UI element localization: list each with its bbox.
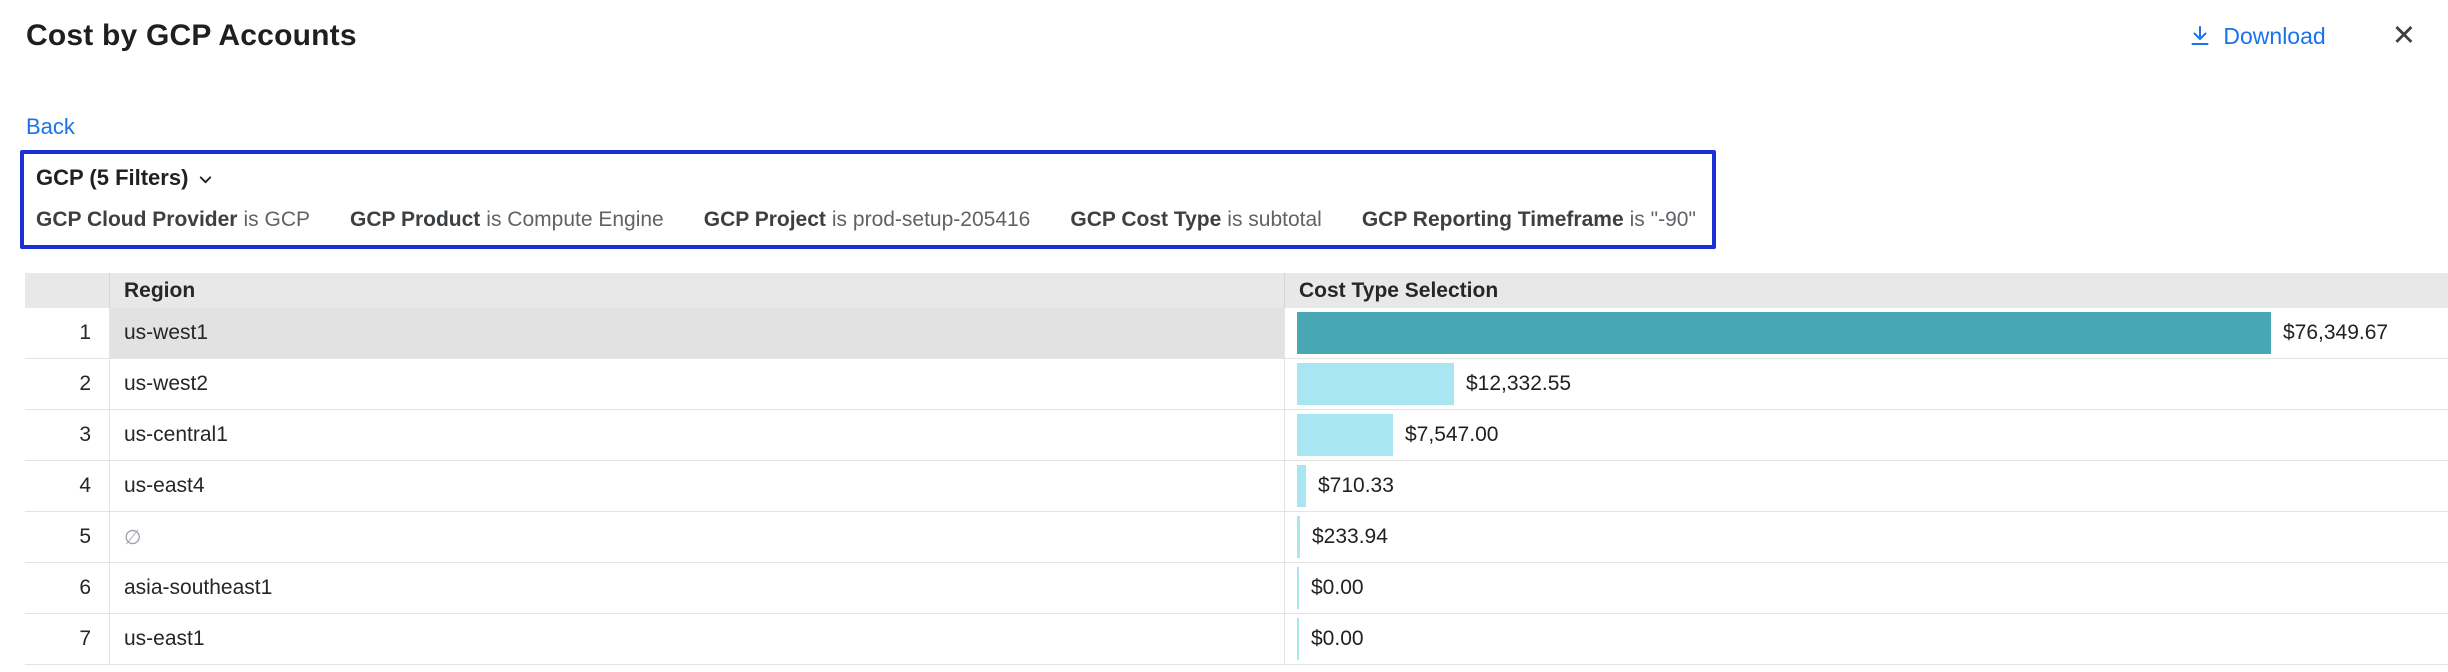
- page-title: Cost by GCP Accounts: [26, 19, 357, 53]
- cost-cell[interactable]: $12,332.55: [1285, 359, 2448, 409]
- row-index: 5: [79, 525, 91, 549]
- region-cell-label: us-east4: [124, 474, 205, 498]
- cost-bar[interactable]: [1297, 516, 1300, 558]
- region-cell[interactable]: us-west1: [110, 308, 1285, 358]
- filter-expression: GCP Product is Compute Engine: [350, 208, 664, 232]
- cost-bar[interactable]: [1297, 414, 1393, 456]
- cost-value-label: $710.33: [1318, 474, 1394, 498]
- filter-expression: GCP Cost Type is subtotal: [1070, 208, 1321, 232]
- filter-expression-list: GCP Cloud Provider is GCP GCP Product is C…: [36, 208, 1696, 232]
- download-button[interactable]: Download: [2188, 23, 2325, 50]
- cost-bar[interactable]: [1297, 363, 1454, 405]
- region-cell-label: us-central1: [124, 423, 228, 447]
- region-cell[interactable]: ∅: [110, 512, 1285, 562]
- row-index-cell: 5: [25, 512, 110, 562]
- filter-field: GCP Cost Type: [1070, 208, 1221, 231]
- row-index: 3: [79, 423, 91, 447]
- row-index: 7: [79, 627, 91, 651]
- region-cell[interactable]: asia-southeast1: [110, 563, 1285, 613]
- row-index-cell: 4: [25, 461, 110, 511]
- row-index-cell: 1: [25, 308, 110, 358]
- filter-condition: is GCP: [243, 208, 310, 231]
- region-cell-label: us-east1: [124, 627, 205, 651]
- table-row: 5 ∅ $233.94: [25, 512, 2448, 563]
- filter-field: GCP Project: [704, 208, 826, 231]
- filter-condition: is subtotal: [1227, 208, 1322, 231]
- cost-cell[interactable]: $0.00: [1285, 563, 2448, 613]
- region-cell-label: us-west1: [124, 321, 208, 345]
- row-index: 2: [79, 372, 91, 396]
- row-number-column-header: [25, 273, 110, 308]
- filter-condition: is prod-setup-205416: [832, 208, 1030, 231]
- cost-value-label: $0.00: [1311, 627, 1364, 651]
- cost-cell[interactable]: $233.94: [1285, 512, 2448, 562]
- row-index: 1: [79, 321, 91, 345]
- close-icon[interactable]: ✕: [2392, 22, 2416, 51]
- table-row: 2 us-west2 $12,332.55: [25, 359, 2448, 410]
- region-cell[interactable]: us-west2: [110, 359, 1285, 409]
- filter-expression: GCP Cloud Provider is GCP: [36, 208, 310, 232]
- filter-panel: GCP (5 Filters) GCP Cloud Provider is GCP…: [20, 150, 1716, 249]
- cost-value-label: $7,547.00: [1405, 423, 1498, 447]
- region-cell-label: ∅: [124, 525, 141, 550]
- cost-cell[interactable]: $710.33: [1285, 461, 2448, 511]
- cost-bar[interactable]: [1297, 618, 1299, 660]
- region-cell-label: asia-southeast1: [124, 576, 272, 600]
- cost-table: Region Cost Type Selection 1 us-west1 $7…: [25, 273, 2448, 665]
- cost-bar[interactable]: [1297, 312, 2271, 354]
- filter-field: GCP Cloud Provider: [36, 208, 237, 231]
- filter-condition: is "-90": [1630, 208, 1696, 231]
- table-row: 1 us-west1 $76,349.67: [25, 308, 2448, 359]
- modal-header: Cost by GCP Accounts Download ✕: [0, 0, 2448, 54]
- region-cell-label: us-west2: [124, 372, 208, 396]
- filter-summary-label: GCP (5 Filters): [36, 165, 188, 191]
- region-column-header[interactable]: Region: [110, 273, 1285, 308]
- cost-cell[interactable]: $76,349.67: [1285, 308, 2448, 358]
- cost-value-label: $12,332.55: [1466, 372, 1571, 396]
- region-cell[interactable]: us-central1: [110, 410, 1285, 460]
- cost-column-header[interactable]: Cost Type Selection: [1285, 273, 2448, 308]
- cost-bar[interactable]: [1297, 567, 1299, 609]
- back-link[interactable]: Back: [26, 114, 75, 140]
- filter-field: GCP Reporting Timeframe: [1362, 208, 1624, 231]
- cost-value-label: $233.94: [1312, 525, 1388, 549]
- cost-value-label: $76,349.67: [2283, 321, 2388, 345]
- row-index-cell: 2: [25, 359, 110, 409]
- region-cell[interactable]: us-east1: [110, 614, 1285, 664]
- table-body: 1 us-west1 $76,349.67 2 us-west2 $12,332…: [25, 308, 2448, 665]
- table-row: 6 asia-southeast1 $0.00: [25, 563, 2448, 614]
- row-index: 4: [79, 474, 91, 498]
- chevron-down-icon: [197, 168, 214, 188]
- cost-value-label: $0.00: [1311, 576, 1364, 600]
- row-index-cell: 6: [25, 563, 110, 613]
- filter-condition: is Compute Engine: [486, 208, 663, 231]
- cost-cell[interactable]: $7,547.00: [1285, 410, 2448, 460]
- filter-expression: GCP Project is prod-setup-205416: [704, 208, 1031, 232]
- cost-bar[interactable]: [1297, 465, 1306, 507]
- filter-field: GCP Product: [350, 208, 480, 231]
- table-row: 4 us-east4 $710.33: [25, 461, 2448, 512]
- filter-expression: GCP Reporting Timeframe is "-90": [1362, 208, 1696, 232]
- filter-summary-toggle[interactable]: GCP (5 Filters): [36, 165, 214, 191]
- download-icon: [2188, 24, 2212, 48]
- region-cell[interactable]: us-east4: [110, 461, 1285, 511]
- row-index-cell: 7: [25, 614, 110, 664]
- table-row: 3 us-central1 $7,547.00: [25, 410, 2448, 461]
- table-row: 7 us-east1 $0.00: [25, 614, 2448, 665]
- download-label: Download: [2223, 23, 2325, 50]
- table-header-row: Region Cost Type Selection: [25, 273, 2448, 308]
- cost-cell[interactable]: $0.00: [1285, 614, 2448, 664]
- row-index: 6: [79, 576, 91, 600]
- row-index-cell: 3: [25, 410, 110, 460]
